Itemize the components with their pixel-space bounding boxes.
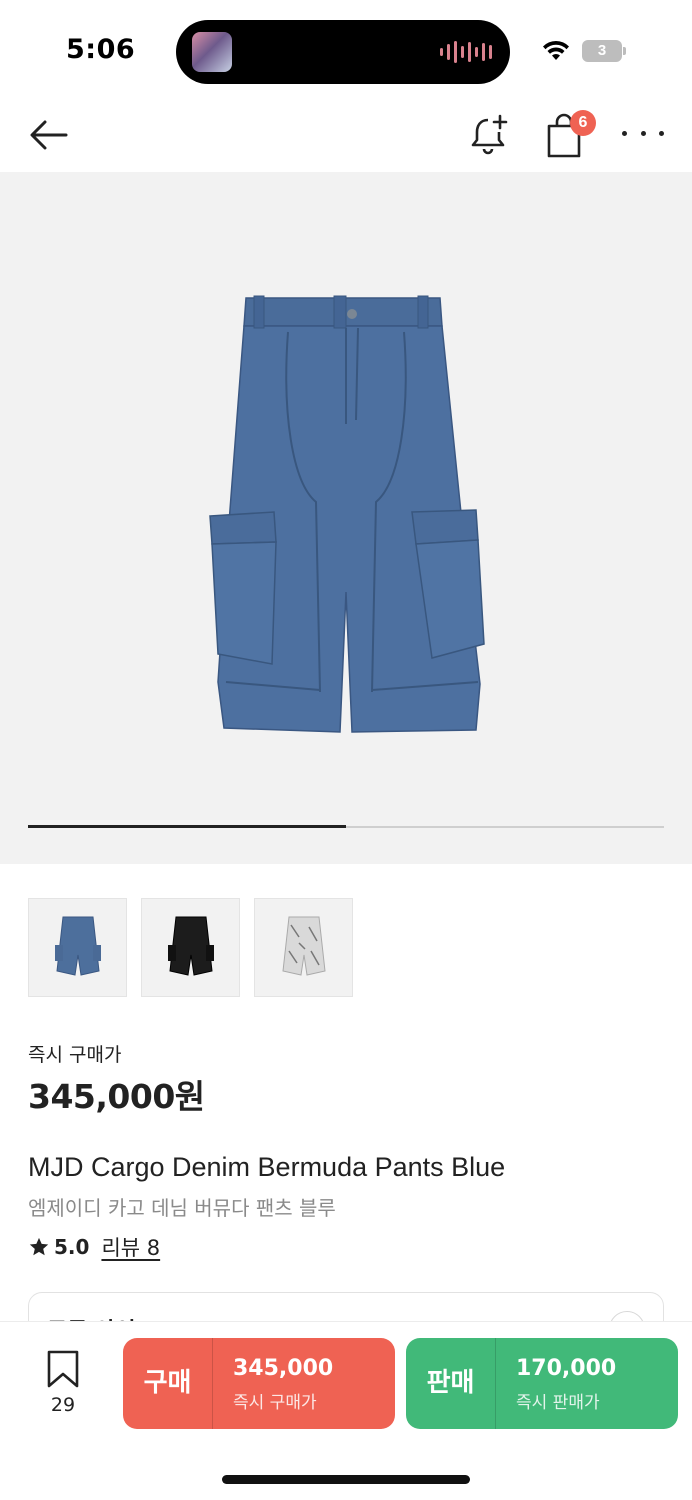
- product-name-en: MJD Cargo Denim Bermuda Pants Blue: [28, 1152, 506, 1182]
- thumbnail-white[interactable]: [254, 898, 353, 997]
- sell-label: 판매: [406, 1338, 496, 1429]
- gallery-progress-fill: [28, 825, 346, 828]
- review-link[interactable]: 리뷰 8: [101, 1232, 160, 1262]
- buy-sub-label: 즉시 구매가: [233, 1393, 317, 1413]
- bookmark-count: 29: [50, 1394, 76, 1416]
- product-image-gallery[interactable]: [0, 172, 692, 864]
- more-icon[interactable]: [622, 118, 664, 148]
- bottom-action-bar: 29 구매 345,000 즉시 구매가 판매 170,000 즉시 판매가: [0, 1322, 692, 1500]
- thumbnail-strip: [28, 898, 353, 997]
- cart-count-badge: 6: [570, 110, 596, 136]
- black-shorts-thumbnail: [167, 916, 214, 976]
- rating-row: 5.0 리뷰 8: [28, 1232, 160, 1262]
- battery-level: 3: [597, 42, 607, 59]
- status-time: 5:06: [66, 34, 136, 65]
- blue-shorts-thumbnail: [54, 916, 101, 976]
- product-image: [209, 295, 485, 733]
- bookmark-button[interactable]: 29: [40, 1350, 86, 1420]
- status-bar: 5:06 3: [0, 0, 692, 100]
- sell-sub-label: 즉시 판매가: [516, 1393, 600, 1413]
- buy-price: 345,000: [233, 1356, 334, 1381]
- thumbnail-blue[interactable]: [28, 898, 127, 997]
- product-name-ko: 엠제이디 카고 데님 버뮤다 팬츠 블루: [28, 1196, 336, 1220]
- battery-icon: 3: [582, 40, 626, 62]
- cart-button[interactable]: 6: [542, 110, 598, 160]
- buy-button[interactable]: 구매 345,000 즉시 구매가: [123, 1338, 395, 1429]
- rating-value: 5.0: [54, 1235, 90, 1259]
- instant-buy-price-label: 즉시 구매가: [28, 1044, 122, 1066]
- home-indicator[interactable]: [222, 1475, 470, 1484]
- back-arrow-icon[interactable]: [26, 112, 72, 158]
- sell-button[interactable]: 판매 170,000 즉시 판매가: [406, 1338, 678, 1429]
- now-playing-artwork: [192, 32, 232, 72]
- dynamic-island[interactable]: [176, 20, 510, 84]
- thumbnail-black[interactable]: [141, 898, 240, 997]
- star-icon: [29, 1237, 49, 1256]
- buy-label: 구매: [123, 1338, 213, 1429]
- nav-bar: 6: [0, 100, 692, 172]
- bell-plus-icon[interactable]: [466, 112, 510, 158]
- gallery-progress-track: [28, 825, 664, 828]
- wifi-icon: [543, 40, 569, 60]
- audio-waveform-icon: [440, 40, 492, 64]
- sell-price: 170,000: [516, 1356, 617, 1381]
- white-shorts-thumbnail: [281, 916, 326, 976]
- instant-buy-price: 345,000원: [28, 1077, 205, 1116]
- bookmark-icon: [47, 1350, 79, 1388]
